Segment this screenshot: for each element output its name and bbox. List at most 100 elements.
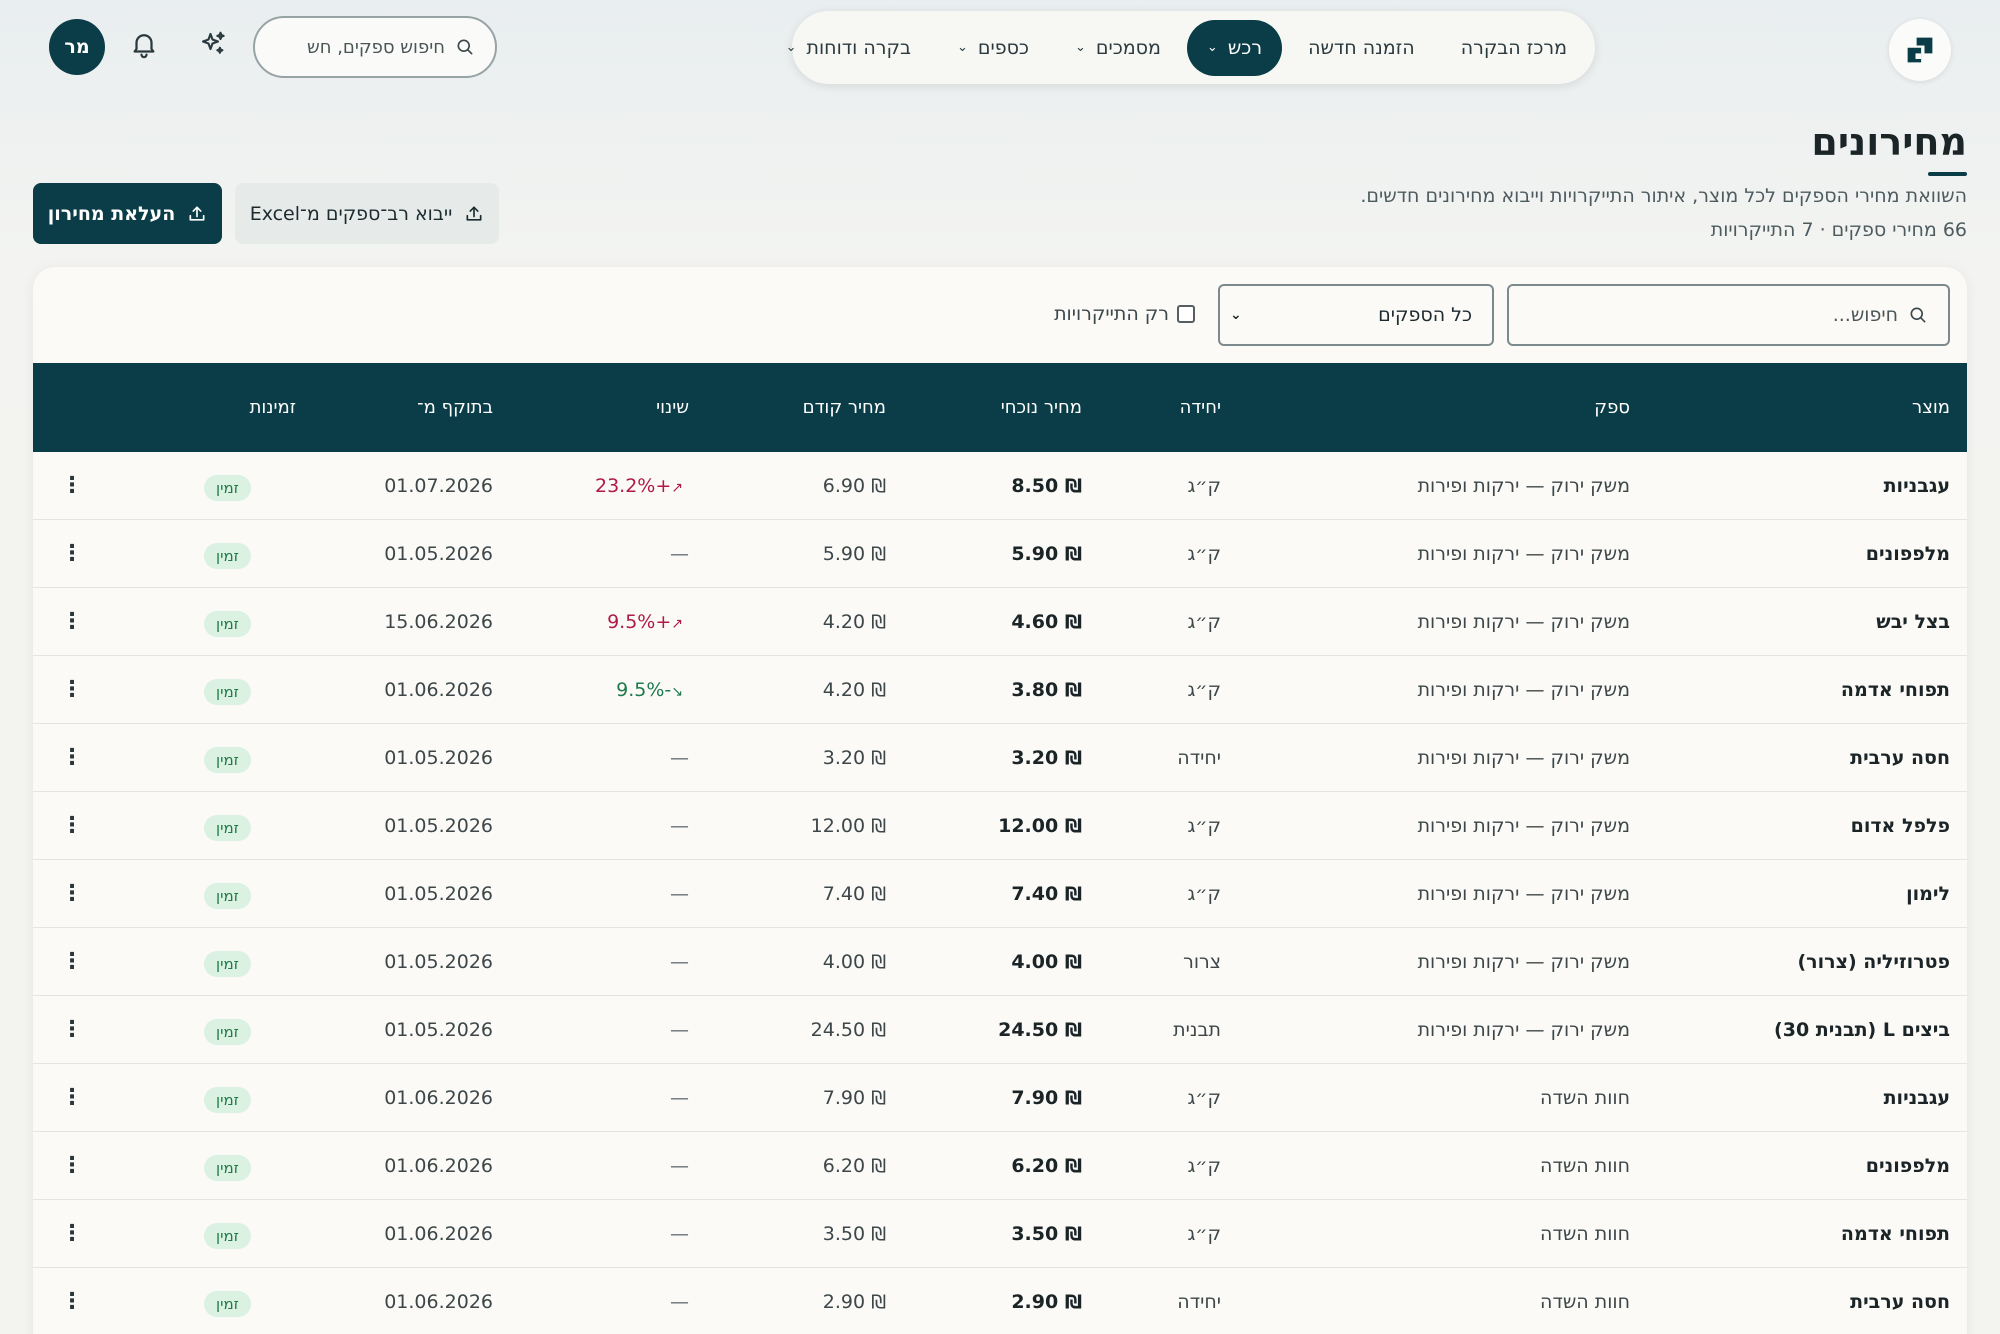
status-badge: זמין (204, 475, 251, 501)
logo-icon (1907, 37, 1933, 63)
table-row[interactable]: לימון משק ירוק — ירקות ופירות ק״ג ₪ 7.40 ₪ 7… (33, 860, 1967, 928)
table-row[interactable]: פטרוזיליה (צרור) משק ירוק — ירקות ופירות צ… (33, 928, 1967, 996)
status-badge: זמין (204, 1155, 251, 1181)
row-menu-icon[interactable]: ⋮ (61, 1268, 83, 1334)
only-increases-checkbox[interactable] (1177, 305, 1195, 323)
import-button-label: ייבוא רב־ספקים מ־Excel (249, 202, 453, 225)
valid-from-date: 01.05.2026 (384, 1019, 493, 1041)
nav-control-reports[interactable]: בקרה ודוחות ⌄ (766, 20, 931, 76)
table-search-input[interactable] (1529, 304, 1898, 326)
table-row[interactable]: מלפפונים משק ירוק — ירקות ופירות ק״ג ₪ 5.90… (33, 520, 1967, 588)
supplier-name: משק ירוק — ירקות ופירות (1417, 951, 1630, 973)
global-search-input[interactable] (295, 36, 445, 58)
nav-documents[interactable]: מסמכים ⌄ (1055, 20, 1181, 76)
col-valid-from[interactable]: בתוקף מ־ (417, 363, 493, 452)
price-change-value: +9.5% (607, 611, 672, 633)
col-supplier[interactable]: ספק (1594, 363, 1630, 452)
row-menu-icon[interactable]: ⋮ (61, 792, 83, 860)
previous-price: ₪ 4.20 (822, 611, 886, 633)
product-name: חסה ערבית (1850, 1291, 1950, 1313)
table-row[interactable]: מלפפונים חוות השדה ק״ג ₪ 6.20 ₪ 6.20 — 01.06.2… (33, 1132, 1967, 1200)
supplier-name: חוות השדה (1540, 1087, 1630, 1109)
row-menu-icon[interactable]: ⋮ (61, 1064, 83, 1132)
row-menu-icon[interactable]: ⋮ (61, 860, 83, 928)
search-icon (1910, 307, 1926, 323)
col-current-price[interactable]: מחיר נוכחי (1001, 363, 1082, 452)
row-menu-icon[interactable]: ⋮ (61, 928, 83, 996)
status-badge: זמין (204, 611, 251, 637)
price-change: — (670, 792, 689, 860)
col-product[interactable]: מוצר (1912, 363, 1950, 452)
valid-from-date: 01.06.2026 (384, 1291, 493, 1313)
valid-from-date: 01.06.2026 (384, 1155, 493, 1177)
supplier-select[interactable]: כל הספקים ⌄ (1218, 284, 1494, 346)
row-menu-icon[interactable]: ⋮ (61, 588, 83, 656)
current-price: ₪ 6.20 (1011, 1155, 1082, 1177)
import-excel-button[interactable]: ייבוא רב־ספקים מ־Excel (235, 183, 499, 244)
nav-new-order[interactable]: הזמנה חדשה (1288, 20, 1435, 76)
supplier-name: חוות השדה (1540, 1223, 1630, 1245)
current-price: ₪ 8.50 (1011, 475, 1082, 497)
product-name: עגבניות (1883, 475, 1950, 497)
main-nav: מרכז הבקרה הזמנה חדשה רכש ⌄ מסמכים ⌄ כספ… (786, 11, 1595, 84)
price-change-value: -9.5% (616, 679, 672, 701)
col-previous-price[interactable]: מחיר קודם (803, 363, 886, 452)
price-change-value: — (670, 1155, 689, 1177)
price-lists-card: כל הספקים ⌄ רק התייקרויות מוצר ספק יחידה… (33, 267, 1967, 1334)
nav-finance[interactable]: כספים ⌄ (937, 20, 1049, 76)
price-change-value: +23.2% (594, 475, 672, 497)
current-price: ₪ 4.60 (1011, 611, 1082, 633)
table-row[interactable]: חסה ערבית חוות השדה יחידה ₪ 2.90 ₪ 2.90 — 01.0… (33, 1268, 1967, 1334)
table-row[interactable]: עגבניות משק ירוק — ירקות ופירות ק״ג ₪ 8.50 ₪… (33, 452, 1967, 520)
availability-status: זמין (204, 882, 251, 909)
only-increases-filter[interactable]: רק התייקרויות (1054, 303, 1195, 325)
table-row[interactable]: בצל יבש משק ירוק — ירקות ופירות ק״ג ₪ 4.60 ₪… (33, 588, 1967, 656)
status-badge: זמין (204, 679, 251, 705)
table-row[interactable]: תפוחי אדמה משק ירוק — ירקות ופירות ק״ג ₪ 3.… (33, 656, 1967, 724)
search-icon (457, 39, 473, 55)
product-name: בצל יבש (1876, 611, 1950, 633)
col-change[interactable]: שינוי (656, 363, 689, 452)
col-unit[interactable]: יחידה (1180, 363, 1221, 452)
user-avatar[interactable]: מר (49, 19, 105, 75)
row-menu-icon[interactable]: ⋮ (61, 1132, 83, 1200)
notifications-bell-icon[interactable] (127, 27, 161, 61)
chevron-down-icon: ⌄ (785, 40, 797, 55)
row-menu-icon[interactable]: ⋮ (61, 656, 83, 724)
row-menu-icon[interactable]: ⋮ (61, 996, 83, 1064)
row-menu-icon[interactable]: ⋮ (61, 1200, 83, 1268)
availability-status: זמין (204, 542, 251, 569)
upload-price-list-button[interactable]: העלאת מחירון (33, 183, 222, 244)
table-row[interactable]: ביצים L (תבנית 30) משק ירוק — ירקות ופירו… (33, 996, 1967, 1064)
previous-price: ₪ 4.00 (822, 951, 886, 973)
trend-down-icon: ↘ (671, 684, 683, 700)
valid-from-date: 01.05.2026 (384, 747, 493, 769)
top-bar: מר מרכז הבקרה הזמנה חדשה רכש ⌄ מסמכים (0, 0, 2000, 95)
status-badge: זמין (204, 951, 251, 977)
table-search[interactable] (1507, 284, 1950, 346)
nav-dashboard[interactable]: מרכז הבקרה (1441, 20, 1587, 76)
row-menu-icon[interactable]: ⋮ (61, 452, 83, 520)
table-row[interactable]: חסה ערבית משק ירוק — ירקות ופירות יחידה ₪ 3… (33, 724, 1967, 792)
col-availability[interactable]: זמינות (250, 363, 296, 452)
ai-sparkle-icon[interactable] (196, 27, 230, 61)
status-badge: זמין (204, 747, 251, 773)
table-row[interactable]: תפוחי אדמה חוות השדה ק״ג ₪ 3.50 ₪ 3.50 — 01.06… (33, 1200, 1967, 1268)
title-underline (1928, 172, 1967, 176)
table-row[interactable]: עגבניות חוות השדה ק״ג ₪ 7.90 ₪ 7.90 — 01.06.20… (33, 1064, 1967, 1132)
previous-price: ₪ 7.90 (822, 1087, 886, 1109)
price-change: ↗+23.2% (595, 452, 689, 520)
global-search[interactable] (253, 16, 497, 78)
product-name: חסה ערבית (1850, 747, 1950, 769)
product-name: פטרוזיליה (צרור) (1797, 951, 1951, 973)
chevron-down-icon: ⌄ (1074, 40, 1086, 55)
table-row[interactable]: פלפל אדום משק ירוק — ירקות ופירות ק״ג ₪ 12.… (33, 792, 1967, 860)
table-body: עגבניות משק ירוק — ירקות ופירות ק״ג ₪ 8.50 ₪… (33, 452, 1967, 1334)
app-logo[interactable] (1889, 19, 1951, 81)
nav-procurement[interactable]: רכש ⌄ (1186, 19, 1283, 76)
unit: ק״ג (1187, 883, 1221, 905)
unit: ק״ג (1187, 1087, 1221, 1109)
supplier-name: משק ירוק — ירקות ופירות (1417, 747, 1630, 769)
row-menu-icon[interactable]: ⋮ (61, 520, 83, 588)
row-menu-icon[interactable]: ⋮ (61, 724, 83, 792)
